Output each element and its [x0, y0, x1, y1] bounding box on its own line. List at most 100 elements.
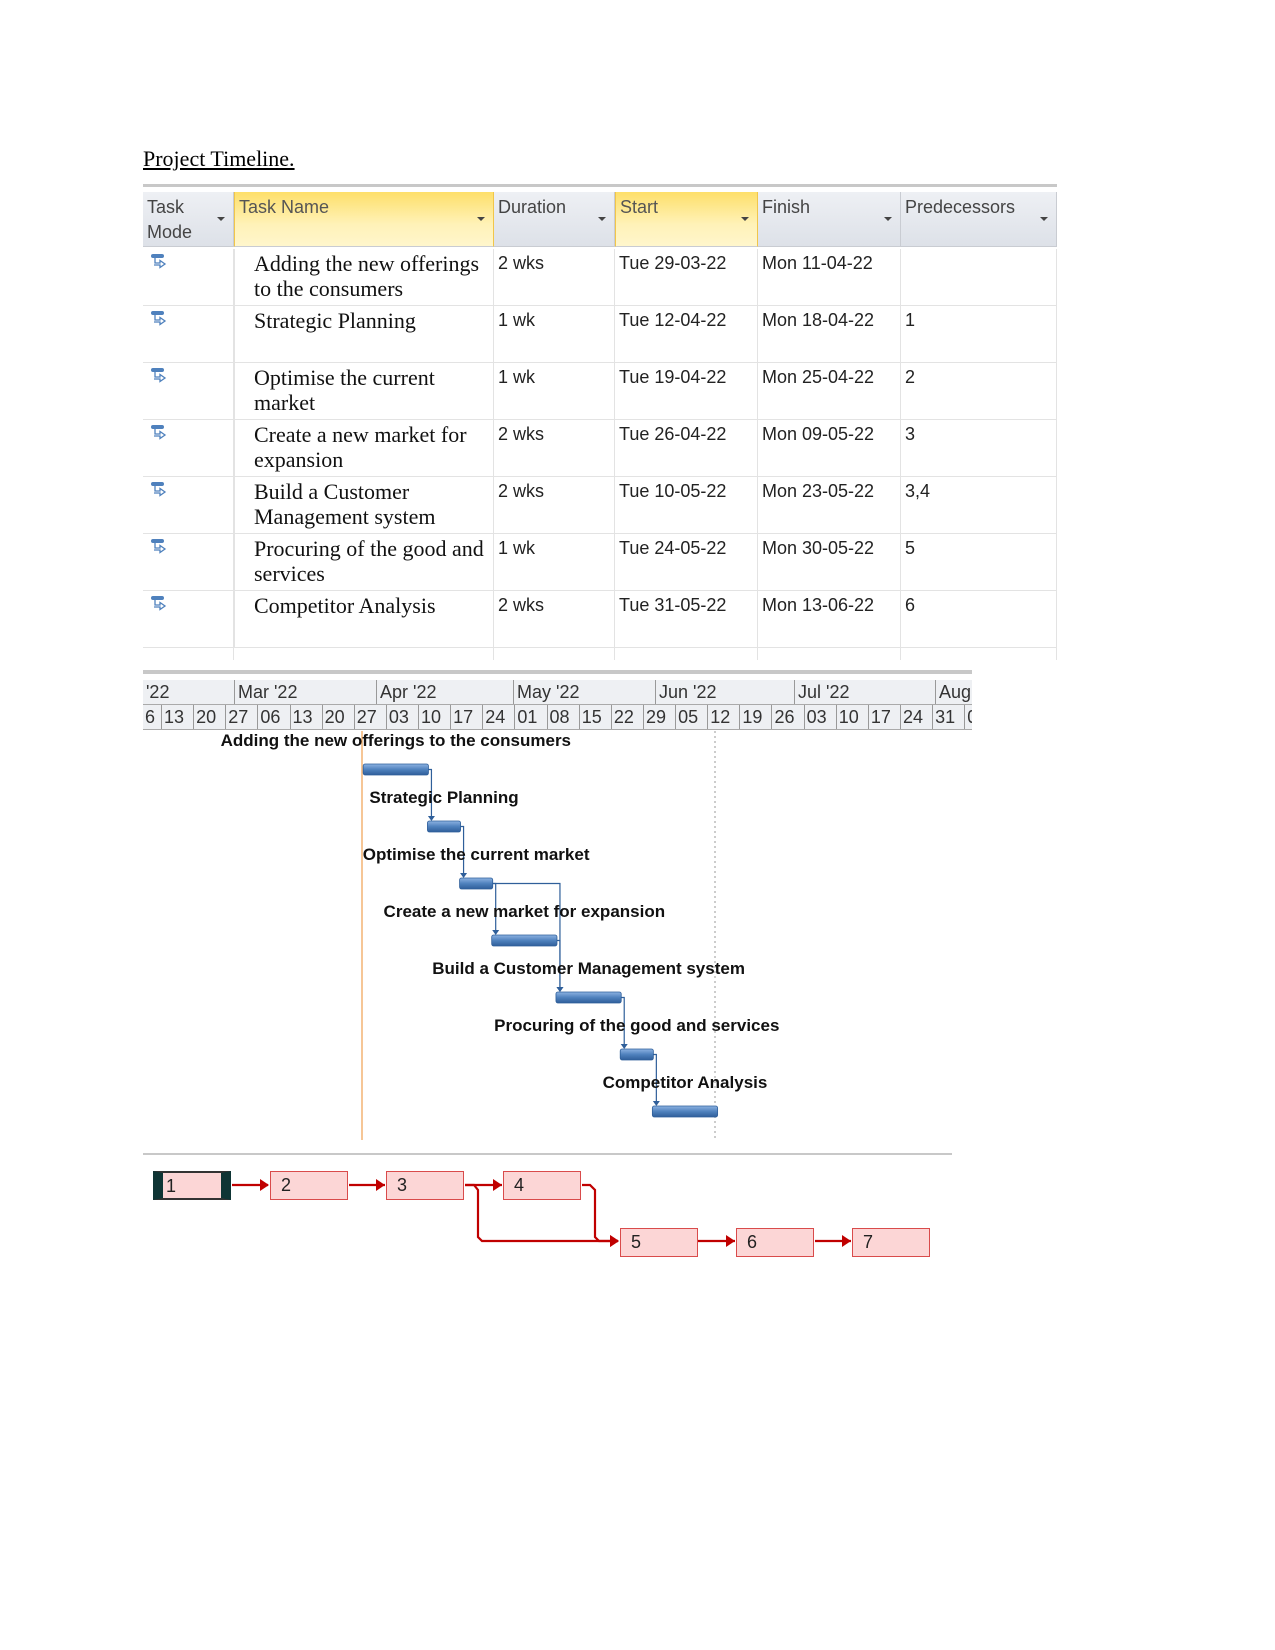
network-node[interactable]: 6	[736, 1228, 814, 1257]
cell-predecessors	[901, 249, 1057, 306]
gantt-bar[interactable]	[619, 1048, 654, 1061]
network-node[interactable]: 1	[153, 1171, 231, 1200]
cell-name: Procuring of the good and services	[234, 534, 494, 591]
week-label: 13	[161, 705, 193, 729]
network-node[interactable]: 3	[386, 1171, 464, 1200]
month-label: '22	[146, 682, 170, 702]
week-label: 05	[675, 705, 707, 729]
gantt-bar-label: Competitor Analysis	[602, 1073, 768, 1092]
week-label: 15	[578, 705, 611, 729]
week-label: 19	[739, 705, 771, 729]
month-label: Jun '22	[655, 680, 794, 704]
month-label: May '22	[513, 680, 655, 704]
cell-predecessors: 2	[901, 363, 1057, 420]
auto-scheduled-task-icon	[151, 539, 167, 554]
month-label: Mar '22	[234, 680, 376, 704]
week-label: 13	[289, 705, 322, 729]
cell-duration: 1 wk	[494, 363, 615, 420]
auto-scheduled-task-icon	[151, 368, 167, 383]
gantt-bar[interactable]	[427, 820, 461, 833]
week-label: 31	[932, 705, 964, 729]
week-label: 03	[803, 705, 836, 729]
network-node[interactable]: 5	[620, 1228, 698, 1257]
week-label: 12	[707, 705, 739, 729]
gantt-bar[interactable]	[555, 991, 622, 1004]
cell-finish: Mon 25-04-22	[758, 363, 901, 420]
month-label: Apr '22	[376, 680, 513, 704]
cell-finish: Mon 23-05-22	[758, 477, 901, 534]
task-mode-cell	[143, 591, 234, 648]
week-label: 6	[145, 707, 156, 727]
column-header[interactable]: Start	[615, 192, 758, 247]
gantt-bar-label: Adding the new offerings to the consumer…	[220, 731, 572, 750]
cell-finish: Mon 11-04-22	[758, 249, 901, 306]
link-arrow	[842, 1235, 851, 1247]
link-arrow	[726, 1235, 735, 1247]
month-label: Jul '22	[794, 680, 935, 704]
dependency-arrow	[652, 1101, 660, 1106]
empty-cell	[615, 648, 758, 660]
chevron-down-icon[interactable]	[598, 217, 606, 221]
cell-predecessors: 6	[901, 591, 1057, 648]
link-arrow	[610, 1235, 619, 1247]
week-label: 27	[225, 705, 257, 729]
cell-name: Competitor Analysis	[234, 591, 494, 648]
dependency-arrow	[556, 987, 564, 992]
document-page: Project Timeline. Task Mode Task Name Dura…	[0, 0, 1275, 1650]
link-arrow	[376, 1179, 385, 1191]
column-header[interactable]: Task Mode	[143, 192, 234, 247]
week-label: 20	[193, 705, 225, 729]
week-label: 24	[899, 705, 932, 729]
divider	[143, 1153, 952, 1155]
empty-cell	[143, 648, 234, 660]
page-title: Project Timeline.	[143, 146, 295, 171]
month-label: Aug	[935, 680, 972, 704]
cell-predecessors: 1	[901, 306, 1057, 363]
gantt-bar-label: Create a new market for expansion	[383, 902, 666, 921]
link-arrow	[610, 1235, 619, 1247]
chevron-down-icon[interactable]	[884, 217, 892, 221]
column-header[interactable]: Task Name	[234, 192, 494, 247]
cell-start: Tue 24-05-22	[615, 534, 758, 591]
gantt-bar[interactable]	[459, 877, 494, 890]
empty-cell	[494, 648, 615, 660]
task-mode-cell	[143, 249, 234, 306]
chevron-down-icon[interactable]	[217, 217, 225, 221]
week-label: 08	[546, 705, 579, 729]
cell-name: Optimise the current market	[234, 363, 494, 420]
auto-scheduled-task-icon	[151, 482, 167, 497]
cell-duration: 2 wks	[494, 420, 615, 477]
task-mode-cell	[143, 477, 234, 534]
week-label: 27	[353, 705, 386, 729]
gantt-bar[interactable]	[651, 1105, 719, 1118]
dependency-arrow	[556, 987, 564, 992]
cell-start: Tue 31-05-22	[615, 591, 758, 648]
gantt-bar-label: Procuring of the good and services	[494, 1016, 780, 1035]
dependency-arrow	[427, 816, 435, 821]
network-node[interactable]: 7	[852, 1228, 930, 1257]
auto-scheduled-task-icon	[151, 311, 167, 326]
cell-name: Adding the new offerings to the consumer…	[234, 249, 494, 306]
cell-duration: 2 wks	[494, 249, 615, 306]
timescale-weeks: 6 13 20 27 06 13 20 27 03 10 17 24 01 08 15 22 29 05 12 19 2…	[143, 705, 972, 730]
week-label: 17	[450, 705, 482, 729]
chevron-down-icon[interactable]	[1040, 217, 1048, 221]
cell-finish: Mon 18-04-22	[758, 306, 901, 363]
cell-start: Tue 19-04-22	[615, 363, 758, 420]
cell-start: Tue 12-04-22	[615, 306, 758, 363]
cell-predecessors: 5	[901, 534, 1057, 591]
network-node[interactable]: 4	[503, 1171, 581, 1200]
column-header[interactable]: Predecessors	[901, 192, 1057, 247]
week-label: 10	[835, 705, 868, 729]
column-header[interactable]: Finish	[758, 192, 901, 247]
cell-duration: 1 wk	[494, 306, 615, 363]
cell-start: Tue 26-04-22	[615, 420, 758, 477]
week-label: 0	[964, 705, 972, 729]
gantt-bar[interactable]	[362, 763, 429, 776]
network-node[interactable]: 2	[270, 1171, 348, 1200]
column-header[interactable]: Duration	[494, 192, 615, 247]
chevron-down-icon[interactable]	[477, 217, 485, 221]
empty-cell	[901, 648, 1057, 660]
chevron-down-icon[interactable]	[741, 217, 749, 221]
gantt-bar[interactable]	[491, 934, 558, 947]
